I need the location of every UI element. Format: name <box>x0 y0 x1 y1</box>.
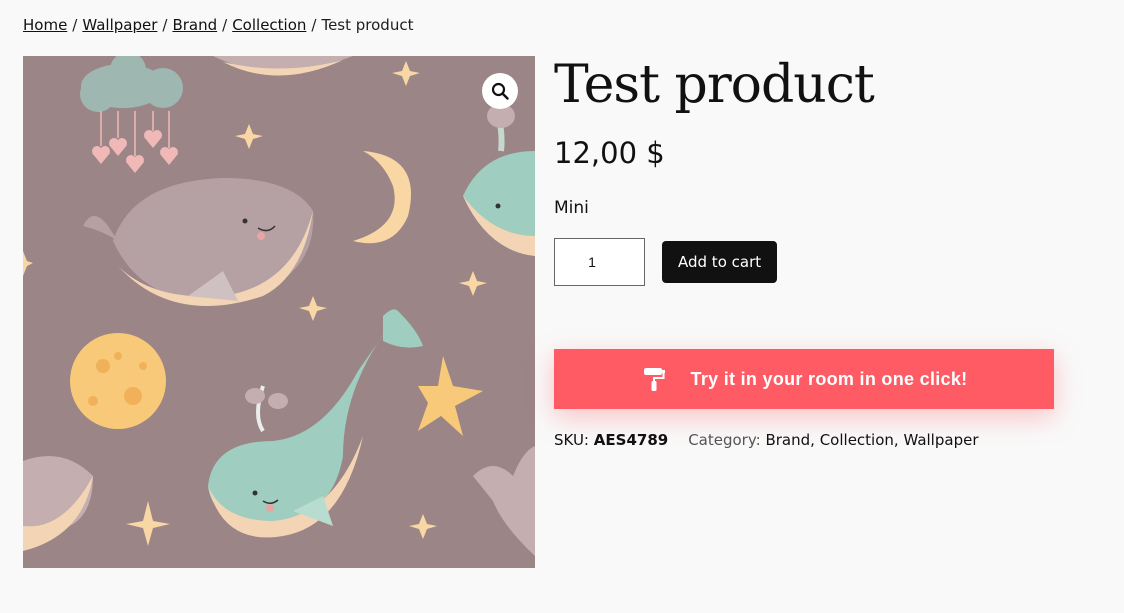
breadcrumb-separator: / <box>311 16 317 34</box>
whale-pattern-illustration <box>23 56 535 568</box>
try-in-room-label: Try it in your room in one click! <box>690 368 968 389</box>
product-image[interactable] <box>23 56 535 568</box>
breadcrumb-current: Test product <box>321 16 414 34</box>
add-to-cart-button[interactable]: Add to cart <box>662 241 778 283</box>
add-to-cart-form: Add to cart <box>554 238 1054 286</box>
sku-label: SKU: <box>554 431 589 449</box>
category-label: Category: <box>688 431 761 449</box>
sku-wrapper: SKU: AES4789 <box>554 431 668 449</box>
category-link-wallpaper[interactable]: Wallpaper <box>903 431 978 449</box>
breadcrumb-separator: / <box>222 16 228 34</box>
product-variation: Mini <box>554 198 589 218</box>
category-link-collection[interactable]: Collection <box>820 431 894 449</box>
paint-roller-icon <box>641 366 667 392</box>
product-price: 12,00 $ <box>554 136 665 170</box>
try-in-room-button[interactable]: Try it in your room in one click! <box>554 349 1054 409</box>
category-wrapper: Category: Brand, Collection, Wallpaper <box>688 431 979 449</box>
sku-value: AES4789 <box>593 431 669 449</box>
product-summary: Test product 12,00 $ Mini Add to cart Tr… <box>554 56 1054 449</box>
zoom-button[interactable] <box>482 73 518 109</box>
breadcrumb-brand-link[interactable]: Brand <box>172 16 217 34</box>
product-page: Home / Wallpaper / Brand / Collection / Test pro… <box>0 0 1124 613</box>
breadcrumb-separator: / <box>162 16 168 34</box>
product-meta: SKU: AES4789 Category: Brand, Collection… <box>554 431 1054 449</box>
breadcrumb-separator: / <box>72 16 78 34</box>
breadcrumb-home-link[interactable]: Home <box>23 16 67 34</box>
breadcrumb: Home / Wallpaper / Brand / Collection / Test pro… <box>23 16 413 34</box>
product-title: Test product <box>554 55 875 115</box>
magnifier-icon <box>491 82 509 100</box>
breadcrumb-wallpaper-link[interactable]: Wallpaper <box>82 16 157 34</box>
category-link-brand[interactable]: Brand <box>765 431 810 449</box>
breadcrumb-collection-link[interactable]: Collection <box>232 16 306 34</box>
quantity-input[interactable] <box>554 238 645 286</box>
